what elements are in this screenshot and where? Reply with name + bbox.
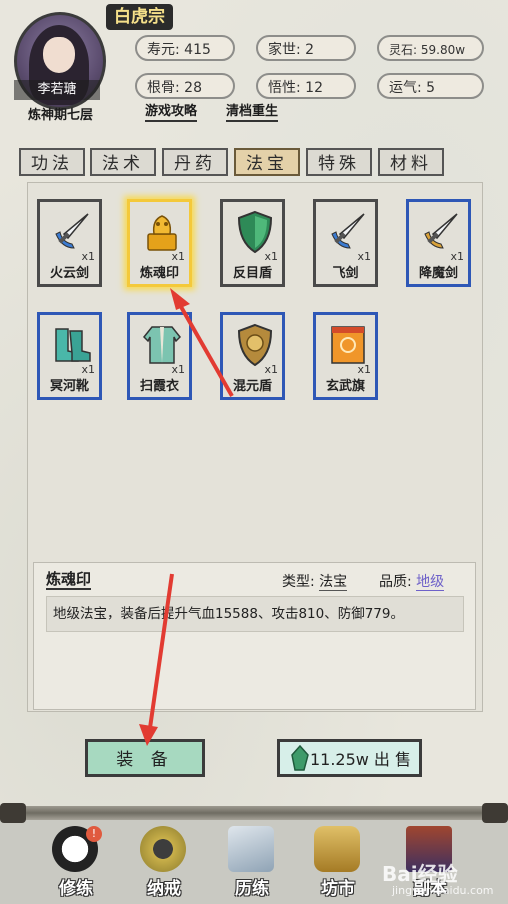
item-slot[interactable]: x1 扫霞衣 <box>127 312 192 400</box>
item-detail-title: 炼魂印 <box>46 570 92 590</box>
watermark-text: Bai经验 <box>382 862 458 886</box>
nav-cultivate[interactable]: ! 修练 <box>36 826 116 900</box>
shield-icon <box>237 210 273 254</box>
cauldron-icon <box>314 826 360 872</box>
item-name: 反目盾 <box>232 266 272 281</box>
seal-icon <box>147 215 177 251</box>
item-slot[interactable]: x1 降魔剑 <box>406 199 471 287</box>
item-slot[interactable]: x1 玄武旗 <box>313 312 378 400</box>
sword-icon <box>331 213 365 249</box>
item-slot-selected[interactable]: x1 炼魂印 <box>127 199 192 287</box>
notification-badge: ! <box>86 826 102 842</box>
equip-button[interactable]: 装 备 <box>85 739 205 777</box>
avatar-face <box>43 37 75 73</box>
shield-icon <box>237 323 273 367</box>
nav-training[interactable]: 历练 <box>212 826 292 900</box>
item-name: 降魔剑 <box>418 266 458 281</box>
stat-spirit-stones: 灵石: 59.80w <box>377 35 484 61</box>
sword-icon <box>424 213 458 249</box>
stat-family: 家世: 2 <box>256 35 356 61</box>
stat-lifespan: 寿元: 415 <box>135 35 235 61</box>
item-name: 飞剑 <box>332 266 359 281</box>
tab-pills[interactable]: 丹药 <box>162 148 228 176</box>
item-name: 扫霞衣 <box>139 379 179 394</box>
item-quality: 品质: 地级 <box>379 574 445 591</box>
item-slot[interactable]: x1 火云剑 <box>37 199 102 287</box>
scroll-end-left <box>0 803 26 823</box>
character-name: 李若瑭 <box>14 80 100 100</box>
reset-save-link[interactable]: 清档重生 <box>226 104 279 122</box>
flag-icon <box>331 326 365 364</box>
item-slot[interactable]: x1 反目盾 <box>220 199 285 287</box>
boots-icon <box>55 328 91 362</box>
scroll-end-right <box>482 803 508 823</box>
watermark-url: jingyan.baidu.com <box>392 884 494 897</box>
tab-spells[interactable]: 法术 <box>90 148 156 176</box>
item-slot[interactable]: x1 混元盾 <box>220 312 285 400</box>
item-name: 混元盾 <box>232 379 272 394</box>
tab-techniques[interactable]: 功法 <box>19 148 85 176</box>
spirit-stone-icon <box>291 745 309 771</box>
sword-icon <box>55 213 89 249</box>
nav-ring[interactable]: 纳戒 <box>124 826 204 900</box>
item-name: 玄武旗 <box>325 379 365 394</box>
cultivation-realm: 炼神期七层 <box>28 108 94 123</box>
ring-icon <box>140 826 186 872</box>
nav-market[interactable]: 坊市 <box>298 826 378 900</box>
scroll-decoration <box>0 806 508 820</box>
stat-comprehension: 悟性: 12 <box>256 73 356 99</box>
stat-bone: 根骨: 28 <box>135 73 235 99</box>
item-name: 炼魂印 <box>139 266 179 281</box>
item-description: 地级法宝，装备后提升气血15588、攻击810、防御779。 <box>46 596 464 632</box>
robe-icon <box>142 326 182 364</box>
game-guide-link[interactable]: 游戏攻略 <box>145 104 198 122</box>
item-type: 类型: 法宝 <box>282 574 348 591</box>
item-name: 火云剑 <box>49 266 89 281</box>
sell-button-label: 11.25w 出 售 <box>309 750 412 769</box>
stat-luck: 运气: 5 <box>377 73 484 99</box>
tab-materials[interactable]: 材料 <box>378 148 444 176</box>
sect-name: 白虎宗 <box>106 4 173 30</box>
tab-artifacts[interactable]: 法宝 <box>234 148 300 176</box>
sell-button[interactable]: 11.25w 出 售 <box>277 739 422 777</box>
tab-special[interactable]: 特殊 <box>306 148 372 176</box>
mountain-icon <box>228 826 274 872</box>
item-slot[interactable]: x1 冥河靴 <box>37 312 102 400</box>
item-slot[interactable]: x1 飞剑 <box>313 199 378 287</box>
item-name: 冥河靴 <box>49 379 89 394</box>
